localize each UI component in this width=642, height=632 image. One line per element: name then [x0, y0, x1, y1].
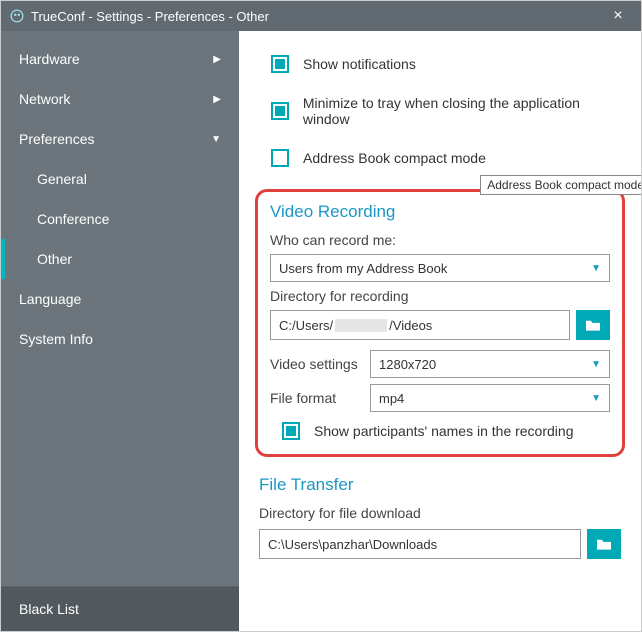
checkbox-row-show-names: Show participants' names in the recordin… [282, 422, 610, 440]
redacted-text [335, 319, 387, 332]
sidebar-subitem-general[interactable]: General [1, 159, 239, 199]
select-value: Users from my Address Book [279, 261, 447, 276]
sidebar-item-hardware[interactable]: Hardware ▶ [1, 39, 239, 79]
recording-dir-label: Directory for recording [270, 288, 610, 304]
caret-down-icon: ▼ [591, 393, 601, 404]
recording-dir-input[interactable]: C:/Users//Videos [270, 310, 570, 340]
checkbox-row-ab-compact: Address Book compact mode [271, 149, 627, 167]
who-can-record-label: Who can record me: [270, 232, 610, 248]
chevron-right-icon: ▶ [213, 94, 221, 105]
sidebar: Hardware ▶ Network ▶ Preferences ▼ Gener… [1, 31, 239, 631]
checkbox-show-names[interactable] [282, 422, 300, 440]
close-button[interactable]: × [603, 7, 633, 25]
tooltip-ab-compact: Address Book compact mode [480, 175, 641, 195]
checkbox-label: Show notifications [303, 56, 416, 72]
app-logo-icon [9, 8, 25, 24]
checkbox-show-notifications[interactable] [271, 55, 289, 73]
sidebar-subitem-conference[interactable]: Conference [1, 199, 239, 239]
browse-folder-button[interactable] [576, 310, 610, 340]
sidebar-item-label: System Info [19, 331, 93, 347]
sidebar-item-systeminfo[interactable]: System Info [1, 319, 239, 359]
checkbox-minimize-tray[interactable] [271, 102, 289, 120]
who-can-record-select[interactable]: Users from my Address Book ▼ [270, 254, 610, 282]
title-bar: TrueConf - Settings - Preferences - Othe… [1, 1, 641, 31]
checkbox-ab-compact[interactable] [271, 149, 289, 167]
browse-download-folder-button[interactable] [587, 529, 621, 559]
sidebar-item-label: Language [19, 291, 81, 307]
sidebar-subitem-other[interactable]: Other [1, 239, 239, 279]
section-title-video: Video Recording [270, 202, 610, 222]
file-format-label: File format [270, 390, 370, 406]
checkbox-label: Minimize to tray when closing the applic… [303, 95, 627, 127]
checkbox-row-notifications: Show notifications [271, 55, 627, 73]
video-settings-label: Video settings [270, 356, 370, 372]
chevron-down-icon: ▼ [211, 134, 221, 145]
sidebar-item-label: Network [19, 91, 70, 107]
sidebar-item-label: Preferences [19, 131, 94, 147]
checkbox-row-minimize: Minimize to tray when closing the applic… [271, 95, 627, 127]
caret-down-icon: ▼ [591, 359, 601, 370]
checkbox-label: Show participants' names in the recordin… [314, 423, 573, 439]
checkbox-label: Address Book compact mode [303, 150, 486, 166]
chevron-right-icon: ▶ [213, 54, 221, 65]
download-dir-input[interactable]: C:\Users\panzhar\Downloads [259, 529, 581, 559]
sidebar-item-language[interactable]: Language [1, 279, 239, 319]
file-format-select[interactable]: mp4 ▼ [370, 384, 610, 412]
download-dir-label: Directory for file download [259, 505, 627, 521]
sidebar-item-preferences[interactable]: Preferences ▼ [1, 119, 239, 159]
video-settings-select[interactable]: 1280x720 ▼ [370, 350, 610, 378]
sidebar-item-label: Hardware [19, 51, 80, 67]
window-title: TrueConf - Settings - Preferences - Othe… [31, 9, 603, 24]
caret-down-icon: ▼ [591, 263, 601, 274]
section-title-filetransfer: File Transfer [259, 475, 627, 495]
sidebar-item-network[interactable]: Network ▶ [1, 79, 239, 119]
select-value: mp4 [379, 391, 404, 406]
select-value: 1280x720 [379, 357, 436, 372]
content-pane: Show notifications Minimize to tray when… [239, 31, 641, 631]
sidebar-item-blacklist[interactable]: Black List [1, 586, 239, 631]
video-recording-section: Video Recording Who can record me: Users… [255, 189, 625, 457]
